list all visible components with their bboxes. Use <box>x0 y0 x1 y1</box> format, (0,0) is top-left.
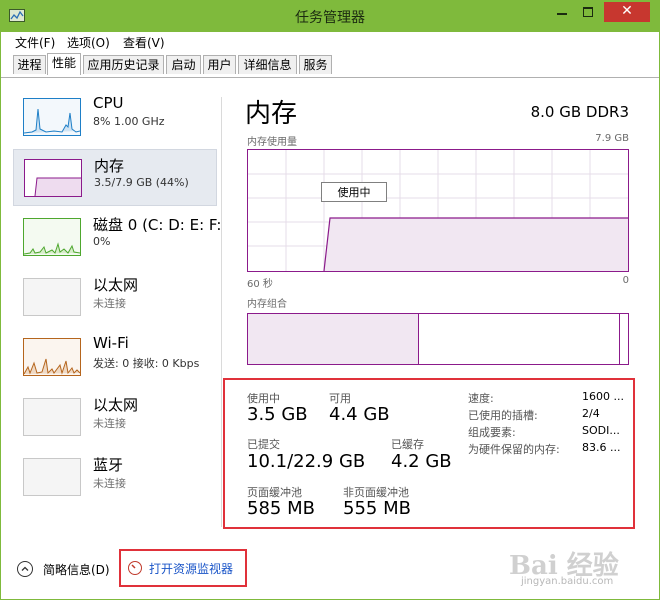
in-use-value: 3.5 GB <box>247 404 308 425</box>
ethernet-thumbnail-graph <box>23 278 81 316</box>
title-bar[interactable]: 任务管理器 ✕ <box>1 1 659 32</box>
tab-services[interactable]: 服务 <box>299 55 332 74</box>
graph-time-left: 60 秒 <box>247 279 273 290</box>
cached-label: 已缓存 <box>391 438 424 451</box>
resource-cpu[interactable]: CPU 8% 1.00 GHz <box>13 89 217 146</box>
usage-graph-max: 7.9 GB <box>595 133 629 144</box>
available-value: 4.4 GB <box>329 404 390 425</box>
resource-sub: 8% 1.00 GHz <box>93 115 165 128</box>
tab-users[interactable]: 用户 <box>203 55 236 74</box>
footer: 简略信息(D) 打开资源监视器 Bai 经验 jingyan.baidu.com <box>1 541 659 599</box>
baidu-url: jingyan.baidu.com <box>521 576 614 587</box>
detail-form-factor-key: 组成要素: <box>468 426 516 439</box>
cached-value: 4.2 GB <box>391 451 452 472</box>
cpu-thumbnail-graph <box>23 98 81 136</box>
detail-slots-value: 2/4 <box>582 407 600 420</box>
usage-graph-label: 内存使用量 <box>247 137 297 148</box>
detail-speed-key: 速度: <box>468 392 494 405</box>
panel-title: 内存 <box>245 99 298 129</box>
memory-panel: 内存 8.0 GB DDR3 内存使用量 7.9 GB 使用中 60 秒 0 内… <box>223 81 659 541</box>
resource-memory[interactable]: 内存 3.5/7.9 GB (44%) <box>13 149 217 206</box>
memory-usage-graph[interactable] <box>247 149 629 272</box>
fewer-details-button[interactable] <box>17 561 33 577</box>
memory-stats-box: 使用中 3.5 GB 可用 4.4 GB 已提交 10.1/22.9 GB 已缓… <box>223 378 635 529</box>
resource-name: 以太网 <box>93 276 139 294</box>
menu-file[interactable]: 文件(F) <box>15 34 55 51</box>
resource-name: 蓝牙 <box>93 456 124 474</box>
resource-sub: 未连接 <box>93 477 126 490</box>
resource-sub: 未连接 <box>93 417 126 430</box>
fewer-details-label[interactable]: 简略信息(D) <box>43 561 110 578</box>
chevron-up-icon <box>21 566 29 571</box>
resource-name: Wi-Fi <box>93 334 129 352</box>
menu-bar: 文件(F) 选项(O) 查看(V) <box>1 32 659 52</box>
composition-in-use[interactable] <box>248 314 419 364</box>
close-icon: ✕ <box>621 3 633 19</box>
resource-name: 内存 <box>94 157 125 175</box>
maximize-icon <box>583 7 593 17</box>
resource-sub: 发送: 0 接收: 0 Kbps <box>93 357 200 370</box>
paged-pool-value: 585 MB <box>247 498 315 519</box>
tab-performance[interactable]: 性能 <box>47 53 81 75</box>
task-manager-window: 任务管理器 ✕ 文件(F) 选项(O) 查看(V) 进程 性能 应用历史记录 启… <box>0 0 660 600</box>
detail-hardware-reserved-key: 为硬件保留的内存: <box>468 443 560 456</box>
resource-ethernet-1[interactable]: 以太网 未连接 <box>13 269 217 326</box>
graph-time-right: 0 <box>622 275 629 286</box>
maximize-button[interactable] <box>575 1 601 23</box>
disk-thumbnail-graph <box>23 218 81 256</box>
resource-wifi[interactable]: Wi-Fi 发送: 0 接收: 0 Kbps <box>13 329 217 386</box>
tab-strip: 进程 性能 应用历史记录 启动 用户 详细信息 服务 <box>1 52 659 78</box>
open-resource-monitor-link[interactable]: 打开资源监视器 <box>149 560 233 577</box>
menu-view[interactable]: 查看(V) <box>123 34 165 51</box>
close-button[interactable]: ✕ <box>604 2 650 22</box>
resource-name: 以太网 <box>93 396 139 414</box>
detail-slots-key: 已使用的插槽: <box>468 409 538 422</box>
minimize-button[interactable] <box>549 1 575 23</box>
committed-label: 已提交 <box>247 438 280 451</box>
menu-options[interactable]: 选项(O) <box>67 34 110 51</box>
memory-thumbnail-graph <box>24 159 82 197</box>
committed-value: 10.1/22.9 GB <box>247 451 366 472</box>
in-use-tooltip: 使用中 <box>321 182 387 202</box>
memory-spec: 8.0 GB DDR3 <box>530 103 629 121</box>
resource-sub: 未连接 <box>93 297 126 310</box>
composition-label: 内存组合 <box>247 299 287 310</box>
panel-divider <box>221 97 222 527</box>
detail-speed-value: 1600 ... <box>582 390 624 403</box>
resource-sub: 0% <box>93 235 111 248</box>
resource-ethernet-2[interactable]: 以太网 未连接 <box>13 389 217 446</box>
memory-composition-bar[interactable] <box>247 313 629 365</box>
resource-bluetooth[interactable]: 蓝牙 未连接 <box>13 449 217 506</box>
detail-form-factor-value: SODI... <box>582 424 620 437</box>
minimize-icon <box>557 13 567 15</box>
bluetooth-thumbnail-graph <box>23 458 81 496</box>
tab-processes[interactable]: 进程 <box>13 55 46 74</box>
nonpaged-pool-value: 555 MB <box>343 498 411 519</box>
resource-name: 磁盘 0 (C: D: E: F: <box>93 216 222 234</box>
tab-startup[interactable]: 启动 <box>166 55 201 74</box>
resource-sub: 3.5/7.9 GB (44%) <box>94 176 189 189</box>
baidu-watermark: Bai 经验 jingyan.baidu.com <box>509 541 639 597</box>
composition-marker <box>619 314 620 364</box>
tab-details[interactable]: 详细信息 <box>238 55 297 74</box>
resource-monitor-icon[interactable] <box>128 561 142 575</box>
resource-list: CPU 8% 1.00 GHz 内存 3.5/7.9 GB (44%) 磁盘 0… <box>1 81 223 541</box>
wifi-thumbnail-graph <box>23 338 81 376</box>
detail-hardware-reserved-value: 83.6 ... <box>582 441 621 454</box>
resource-name: CPU <box>93 94 124 112</box>
ethernet-thumbnail-graph <box>23 398 81 436</box>
resource-disk[interactable]: 磁盘 0 (C: D: E: F: 0% <box>13 209 221 266</box>
tab-app-history[interactable]: 应用历史记录 <box>83 55 164 74</box>
